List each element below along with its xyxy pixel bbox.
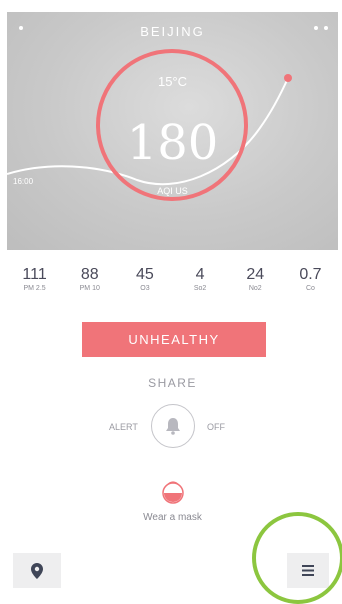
aqi-value: 180	[126, 115, 219, 171]
alert-toggle-row: ALERT OFF	[7, 404, 338, 448]
aqi-unit-label: AQI US	[157, 186, 188, 196]
stat-label: Co	[305, 285, 315, 292]
stat-value: 4	[195, 266, 205, 283]
stat-pm10: 88 PM 10	[62, 266, 117, 292]
bell-icon	[166, 418, 180, 435]
mask-icon	[162, 481, 184, 504]
stat-label: PM 10	[79, 285, 100, 292]
time-label: 16:00	[13, 177, 34, 186]
stat-value: 45	[136, 266, 154, 283]
alert-state-label: OFF	[207, 422, 225, 432]
stat-value: 0.7	[299, 266, 322, 283]
stat-label: O3	[140, 285, 150, 292]
alert-label: ALERT	[109, 422, 138, 432]
location-pin-icon	[31, 562, 43, 579]
stat-value: 111	[22, 266, 47, 283]
pollutant-stats: 111 PM 2.5 88 PM 10 45 O3 4 So2 24 No2 0…	[7, 266, 338, 292]
hero-panel: BEIJING 15°C 180 AQI US 16:00	[7, 12, 338, 250]
status-badge: UNHEALTHY	[82, 322, 266, 357]
temperature-label: 15°C	[157, 74, 188, 89]
stat-label: No2	[248, 285, 262, 292]
stat-so2: 4 So2	[173, 266, 228, 292]
stat-label: PM 2.5	[23, 285, 46, 292]
stat-value: 24	[246, 266, 265, 283]
stat-label: So2	[193, 285, 207, 292]
stat-co: 0.7 Co	[283, 266, 338, 292]
tap-highlight-ring	[252, 512, 342, 604]
stat-o3: 45 O3	[117, 266, 172, 292]
alert-toggle-button[interactable]	[151, 404, 195, 448]
stat-pm25: 111 PM 2.5	[7, 266, 62, 292]
stat-no2: 24 No2	[228, 266, 283, 292]
location-button[interactable]	[13, 553, 61, 588]
share-button[interactable]: SHARE	[7, 376, 338, 390]
stat-value: 88	[80, 266, 99, 283]
